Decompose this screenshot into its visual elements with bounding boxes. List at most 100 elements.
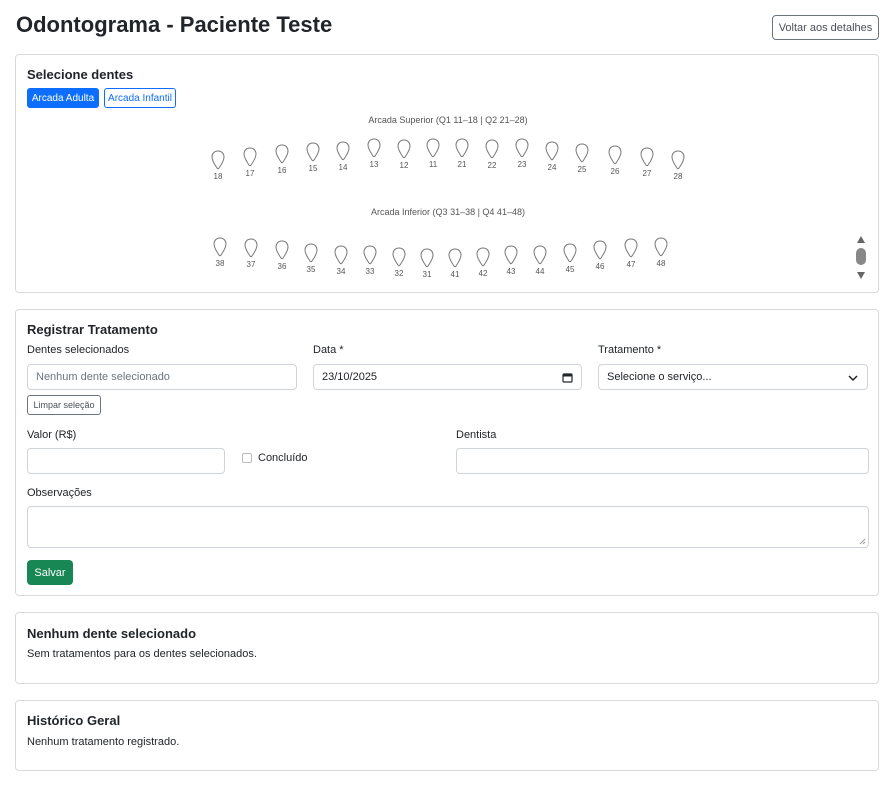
tooth-46[interactable]: 46 [590, 240, 610, 280]
tooth-icon [367, 138, 381, 158]
tooth-32[interactable]: 32 [389, 247, 409, 287]
scrollbar-thumb[interactable] [856, 248, 866, 265]
tooth-34[interactable]: 34 [331, 245, 351, 285]
tooth-icon [334, 245, 348, 265]
value-label: Valor (R$) [27, 429, 77, 441]
tooth-36[interactable]: 36 [272, 240, 292, 280]
history-panel-text: Nenhum tratamento registrado. [27, 736, 180, 748]
tooth-27[interactable]: 27 [637, 147, 657, 187]
selected-teeth-placeholder: Nenhum dente selecionado [36, 371, 170, 383]
tooth-number: 41 [450, 270, 460, 279]
tooth-number: 16 [277, 166, 287, 175]
tooth-18[interactable]: 18 [208, 150, 228, 190]
tooth-number: 11 [428, 160, 438, 169]
tooth-number: 26 [610, 167, 620, 176]
tooth-15[interactable]: 15 [303, 142, 323, 182]
tooth-13[interactable]: 13 [364, 138, 384, 178]
tooth-47[interactable]: 47 [621, 238, 641, 278]
tooth-number: 31 [422, 270, 432, 279]
done-label[interactable]: Concluído [258, 452, 308, 464]
tooth-33[interactable]: 33 [360, 245, 380, 285]
date-label: Data * [313, 344, 344, 356]
upper-arch-label: Arcada Superior (Q1 11–18 | Q2 21–28) [368, 115, 528, 125]
tooth-number: 42 [478, 269, 488, 278]
tab-child-arch[interactable]: Arcada Infantil [104, 88, 176, 108]
tooth-number: 18 [213, 172, 223, 181]
tooth-number: 34 [336, 267, 346, 276]
tooth-42[interactable]: 42 [473, 247, 493, 287]
tooth-icon [213, 237, 227, 257]
tooth-number: 32 [394, 269, 404, 278]
tooth-48[interactable]: 48 [651, 237, 671, 277]
tooth-icon [336, 141, 350, 161]
tooth-38[interactable]: 38 [210, 237, 230, 277]
treatment-form-title: Registrar Tratamento [27, 322, 158, 337]
tooth-icon [243, 147, 257, 167]
selected-teeth-field[interactable]: Nenhum dente selecionado [27, 364, 297, 390]
tooth-icon [485, 139, 499, 159]
tooth-number: 15 [308, 164, 318, 173]
scroll-up-icon[interactable] [856, 235, 866, 245]
resize-handle-icon[interactable] [859, 538, 866, 545]
tooth-number: 36 [277, 262, 287, 271]
tooth-number: 24 [547, 163, 557, 172]
tooth-icon [244, 238, 258, 258]
tooth-43[interactable]: 43 [501, 245, 521, 285]
selected-panel-title: Nenhum dente selecionado [27, 626, 197, 641]
tooth-icon [211, 150, 225, 170]
tooth-icon [575, 143, 589, 163]
tooth-number: 22 [487, 161, 497, 170]
tooth-icon [671, 150, 685, 170]
tooth-number: 28 [673, 172, 683, 181]
tooth-icon [397, 139, 411, 159]
back-to-details-button[interactable]: Voltar aos detalhes [772, 15, 879, 40]
tooth-45[interactable]: 45 [560, 243, 580, 283]
treatment-select[interactable]: Selecione o serviço... [598, 364, 868, 390]
tooth-selector-card: Selecione dentes Arcada Adulta Arcada In… [15, 54, 879, 293]
tooth-icon [304, 243, 318, 263]
tooth-21[interactable]: 21 [452, 138, 472, 178]
calendar-icon[interactable] [562, 372, 573, 383]
value-field[interactable] [27, 448, 225, 474]
selected-teeth-label: Dentes selecionados [27, 344, 130, 356]
tooth-number: 23 [517, 160, 527, 169]
tooth-28[interactable]: 28 [668, 150, 688, 190]
tooth-25[interactable]: 25 [572, 143, 592, 183]
tooth-icon [545, 141, 559, 161]
tooth-number: 43 [506, 267, 516, 276]
tooth-number: 38 [215, 259, 225, 268]
tooth-16[interactable]: 16 [272, 144, 292, 184]
notes-textarea[interactable] [27, 506, 869, 548]
tooth-number: 37 [246, 260, 256, 269]
tooth-number: 25 [577, 165, 587, 174]
tooth-icon [476, 247, 490, 267]
tab-adult-arch[interactable]: Arcada Adulta [27, 88, 99, 108]
tooth-11[interactable]: 11 [423, 138, 443, 178]
tooth-12[interactable]: 12 [394, 139, 414, 179]
tooth-icon [515, 138, 529, 158]
tooth-icon [426, 138, 440, 158]
tooth-31[interactable]: 31 [417, 248, 437, 288]
date-field[interactable]: 23/10/2025 [313, 364, 582, 390]
scroll-down-icon[interactable] [856, 270, 866, 280]
treatment-label: Tratamento * [598, 344, 662, 356]
tooth-22[interactable]: 22 [482, 139, 502, 179]
tooth-41[interactable]: 41 [445, 248, 465, 288]
tooth-number: 45 [565, 265, 575, 274]
tooth-23[interactable]: 23 [512, 138, 532, 178]
dentist-field[interactable] [456, 448, 869, 474]
tooth-icon [654, 237, 668, 257]
page-title: Odontograma - Paciente Teste [16, 12, 333, 37]
tooth-26[interactable]: 26 [605, 145, 625, 185]
selected-teeth-panel: Nenhum dente selecionado Sem tratamentos… [15, 612, 879, 684]
clear-selection-button[interactable]: Limpar seleção [27, 395, 101, 415]
tooth-14[interactable]: 14 [333, 141, 353, 181]
tooth-24[interactable]: 24 [542, 141, 562, 181]
done-checkbox[interactable] [242, 453, 252, 463]
tooth-44[interactable]: 44 [530, 245, 550, 285]
tooth-37[interactable]: 37 [241, 238, 261, 278]
tooth-35[interactable]: 35 [301, 243, 321, 283]
tooth-icon [306, 142, 320, 162]
tooth-17[interactable]: 17 [240, 147, 260, 187]
save-button[interactable]: Salvar [27, 560, 73, 585]
